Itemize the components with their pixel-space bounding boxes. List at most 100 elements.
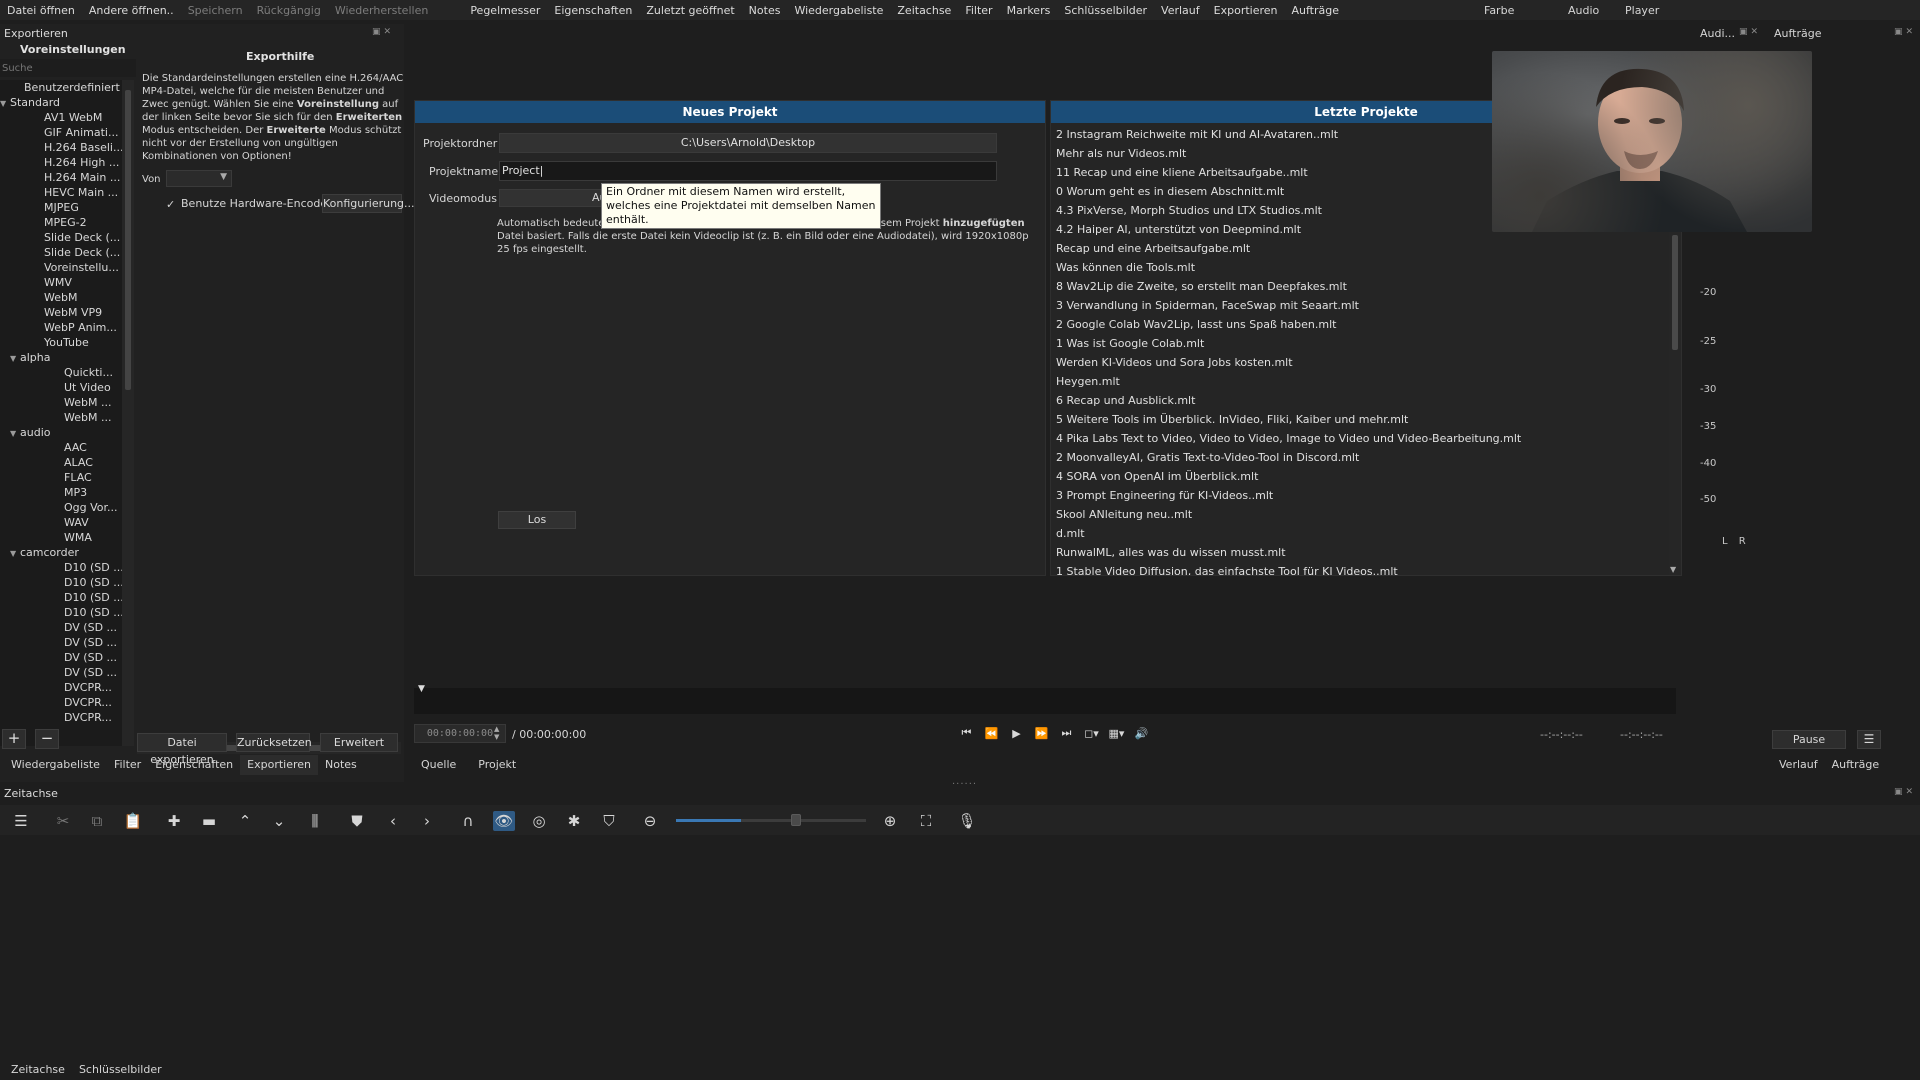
marker-icon[interactable]: ⛊ (346, 811, 368, 831)
from-select[interactable]: ▼ (166, 170, 232, 187)
preset-tree-item[interactable]: Ogg Vor... (0, 500, 122, 515)
rewind-icon[interactable]: ⏪ (979, 727, 1004, 740)
expand-toggle-icon[interactable]: ▼ (10, 351, 20, 365)
ripple-icon[interactable]: ◎ (528, 811, 550, 831)
preset-tree-item[interactable]: ▼ camcorder (0, 545, 122, 560)
preset-tree-item[interactable]: AV1 WebM (0, 110, 122, 125)
preset-tree-item[interactable]: ▼ Standard (0, 95, 122, 110)
menu-item[interactable]: Schlüsselbilder (1057, 4, 1154, 17)
recent-project-item[interactable]: 4 Pika Labs Text to Video, Video to Vide… (1051, 429, 1669, 448)
scrub-icon[interactable]: 👁 (493, 811, 515, 831)
player-ruler[interactable] (414, 688, 1676, 714)
paste-icon[interactable]: 📋 (122, 811, 144, 831)
pause-jobs-button[interactable]: Pause (1772, 730, 1846, 749)
expand-toggle-icon[interactable]: ▼ (0, 96, 10, 110)
scrollbar-thumb[interactable] (1672, 235, 1678, 350)
dock-tab[interactable]: Wiedergabeliste (4, 755, 107, 775)
preset-tree-item[interactable]: HEVC Main ... (0, 185, 122, 200)
menu-item[interactable]: Datei öffnen (0, 4, 82, 17)
go-button[interactable]: Los (498, 511, 576, 529)
video-mode-select[interactable]: Au (499, 189, 609, 207)
overwrite-icon[interactable]: ⌄ (268, 811, 290, 831)
preset-tree-item[interactable]: MPEG-2 (0, 215, 122, 230)
timecode-current[interactable]: 00:00:00:00 (414, 724, 506, 743)
recent-project-item[interactable]: 4 SORA von OpenAI im Überblick.mlt (1051, 467, 1669, 486)
reset-button[interactable]: Zurücksetzen (236, 733, 312, 752)
skip-to-start-icon[interactable]: ⏮ (954, 726, 979, 740)
grid-icon[interactable]: ▦▾ (1104, 727, 1129, 740)
tab-source[interactable]: Quelle (414, 755, 463, 775)
menu-item[interactable]: Markers (1000, 4, 1058, 17)
preset-tree-item[interactable]: Quickti... (0, 365, 122, 380)
panel-float-close-icon[interactable]: ▣✕ (1894, 27, 1916, 37)
preset-tree-item[interactable]: WMA (0, 530, 122, 545)
panel-float-close-icon[interactable]: ▣✕ (372, 27, 394, 37)
ripple-all-tracks-icon[interactable]: ✱ (563, 811, 585, 831)
preset-tree-item[interactable]: Benutzerdefiniert (0, 80, 122, 95)
record-audio-icon[interactable]: 🎙 (956, 811, 978, 831)
layout-button[interactable]: Farbe (1484, 0, 1514, 20)
recent-project-item[interactable]: Recap und eine Arbeitsaufgabe.mlt (1051, 239, 1669, 258)
layout-button[interactable]: Player (1625, 0, 1659, 20)
recent-project-item[interactable]: 5 Weitere Tools im Überblick. InVideo, F… (1051, 410, 1669, 429)
recent-project-item[interactable]: 8 Wav2Lip die Zweite, so erstellt man De… (1051, 277, 1669, 296)
timeline-tracks-area[interactable] (0, 836, 1920, 1062)
preset-tree-item[interactable]: AAC (0, 440, 122, 455)
menu-item[interactable]: Speichern (181, 4, 250, 17)
preset-tree-item[interactable]: YouTube (0, 335, 122, 350)
dock-tab[interactable]: Schlüsselbilder (72, 1060, 169, 1080)
preset-tree-item[interactable]: ▼ audio (0, 425, 122, 440)
zoom-slider-handle[interactable] (790, 814, 801, 826)
preset-tree-item[interactable]: ▼ alpha (0, 350, 122, 365)
next-marker-icon[interactable]: › (416, 811, 438, 831)
recent-project-item[interactable]: Was können die Tools.mlt (1051, 258, 1669, 277)
dock-tab[interactable]: Filter (107, 755, 148, 775)
preset-tree-item[interactable]: WebM ... (0, 410, 122, 425)
remove-preset-button[interactable]: − (35, 729, 59, 749)
lift-icon[interactable]: ⌃ (234, 811, 256, 831)
preset-tree-scrollbar[interactable] (122, 80, 134, 746)
skip-to-end-icon[interactable]: ⏭ (1054, 726, 1079, 740)
recent-project-item[interactable]: Werden KI-Videos und Sora Jobs kosten.ml… (1051, 353, 1669, 372)
preset-tree-item[interactable]: WebM (0, 290, 122, 305)
menu-item[interactable]: Wiederherstellen (328, 4, 435, 17)
preset-tree-item[interactable]: DV (SD ... (0, 620, 122, 635)
project-folder-field[interactable]: C:\Users\Arnold\Desktop (499, 133, 997, 153)
panel-float-close-icon[interactable]: ▣✕ (1739, 27, 1761, 37)
fast-forward-icon[interactable]: ⏩ (1029, 727, 1054, 740)
preset-tree-item[interactable]: DVCPR... (0, 695, 122, 710)
preset-tree-item[interactable]: FLAC (0, 470, 122, 485)
recent-project-item[interactable]: 2 MoonvalleyAI, Gratis Text-to-Video-Too… (1051, 448, 1669, 467)
jobs-menu-icon[interactable]: ☰ (1857, 730, 1881, 749)
configure-button[interactable]: Konfigurierung... (322, 194, 415, 213)
menu-item[interactable]: Zuletzt geöffnet (639, 4, 741, 17)
preset-tree-item[interactable]: DVCPR... (0, 710, 122, 725)
recent-project-item[interactable]: 3 Prompt Engineering für KI-Videos..mlt (1051, 486, 1669, 505)
add-preset-button[interactable]: + (2, 729, 26, 749)
preset-tree-item[interactable]: WebP Anim... (0, 320, 122, 335)
menu-item[interactable]: Andere öffnen.. (82, 4, 181, 17)
dock-tab[interactable]: Exportieren (240, 755, 318, 775)
preset-tree-item[interactable]: MP3 (0, 485, 122, 500)
preset-tree-item[interactable]: WAV (0, 515, 122, 530)
dock-tab[interactable]: Verlauf (1772, 755, 1825, 775)
recent-project-item[interactable]: 6 Recap und Ausblick.mlt (1051, 391, 1669, 410)
preset-tree-item[interactable]: H.264 Baseli... (0, 140, 122, 155)
timecode-spinner-icon[interactable]: ▲ ▼ (494, 725, 499, 741)
scroll-down-icon[interactable]: ▼ (1670, 565, 1676, 574)
panel-float-close-icon[interactable]: ▣✕ (1894, 787, 1916, 797)
dock-tab[interactable]: Notes (318, 755, 364, 775)
menu-item[interactable]: Eigenschaften (547, 4, 639, 17)
preset-tree-item[interactable]: Slide Deck (... (0, 230, 122, 245)
preset-tree-item[interactable]: ALAC (0, 455, 122, 470)
dock-tab[interactable]: Eigenschaften (148, 755, 240, 775)
preset-tree-item[interactable]: WebM VP9 (0, 305, 122, 320)
preset-tree-item[interactable]: Slide Deck (... (0, 245, 122, 260)
preset-tree-item[interactable]: WMV (0, 275, 122, 290)
project-name-input[interactable]: Project| (499, 161, 997, 181)
menu-item[interactable]: Exportieren (1207, 4, 1285, 17)
menu-item[interactable]: Filter (958, 4, 999, 17)
ripple-markers-icon[interactable]: ⛉ (598, 811, 620, 831)
copy-icon[interactable]: ⧉ (86, 811, 108, 831)
expand-toggle-icon[interactable]: ▼ (10, 426, 20, 440)
